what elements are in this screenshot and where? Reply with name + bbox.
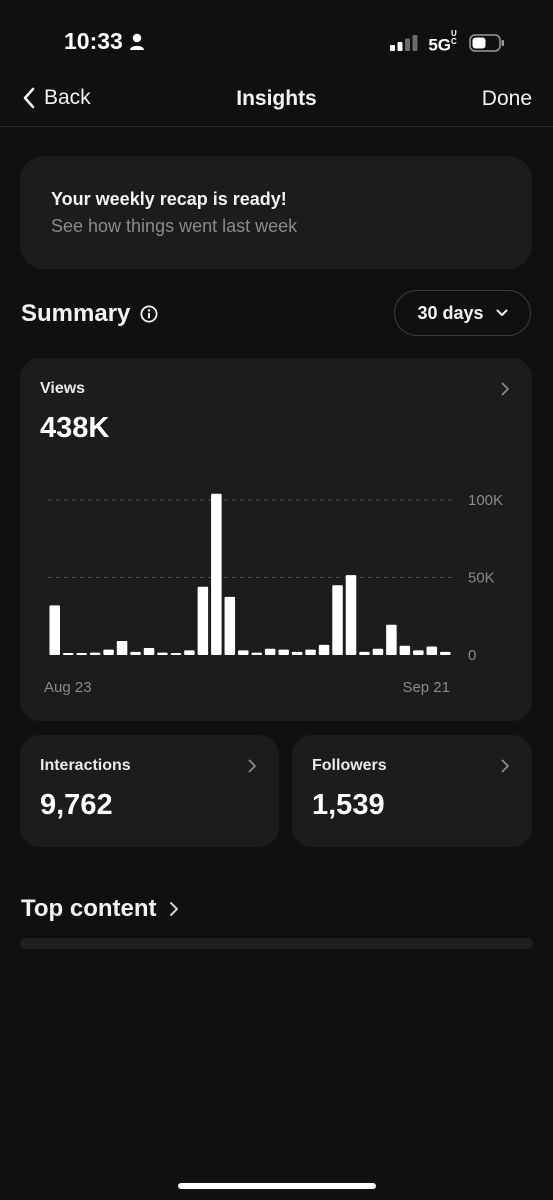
chart-bar [413, 650, 424, 655]
chart-bar [291, 651, 303, 655]
done-button[interactable]: Done [482, 87, 532, 111]
chart-bar [62, 653, 74, 655]
y-tick-label: 0 [468, 647, 476, 664]
y-tick-label: 50K [468, 570, 495, 587]
home-indicator[interactable] [178, 1183, 376, 1189]
chart-bar [251, 652, 262, 655]
chart-bar [211, 493, 222, 655]
chart-bar [359, 651, 370, 655]
chart-bar [103, 649, 114, 655]
views-bar-chart: 100K 50K 0 Aug 23 Sep 21 [44, 492, 503, 696]
person-icon [129, 33, 144, 50]
status-time: 10:33 [64, 28, 145, 55]
chart-bar [143, 648, 155, 655]
x-end-label: Sep 21 [402, 679, 450, 696]
top-content-placeholder [20, 938, 533, 949]
interactions-card[interactable]: Interactions 9,762 [20, 735, 279, 847]
chevron-right-icon [169, 902, 178, 916]
weekly-recap-card[interactable]: Your weekly recap is ready! See how thin… [20, 156, 532, 269]
chart-bar [399, 645, 411, 655]
chart-bar [318, 644, 330, 655]
chart-bar [305, 649, 316, 655]
x-start-label: Aug 23 [44, 679, 92, 696]
chart-bar [116, 641, 128, 655]
chart-bar [386, 624, 397, 655]
chevron-right-icon [501, 759, 509, 773]
chart-bar [89, 652, 101, 655]
recap-subtitle: See how things went last week [51, 216, 298, 236]
chart-bar [426, 646, 438, 655]
followers-value: 1,539 [312, 789, 385, 821]
chart-bar [238, 650, 249, 655]
summary-heading: Summary [21, 300, 158, 328]
chart-bar [76, 653, 87, 655]
chart-bar [278, 649, 289, 655]
status-indicators: 5GUC [390, 30, 505, 56]
chevron-down-icon [496, 309, 508, 316]
battery-icon [469, 34, 504, 52]
status-time-text: 10:33 [64, 28, 123, 54]
chart-bar [332, 585, 343, 655]
network-sup: UC [451, 29, 457, 46]
chart-bar [170, 653, 182, 655]
chart-bar [372, 648, 384, 655]
chart-bar [440, 651, 451, 655]
chart-bar [264, 648, 276, 655]
status-bar: 10:33 5GUC [0, 0, 553, 80]
followers-card[interactable]: Followers 1,539 [292, 735, 532, 847]
chart-bar [224, 596, 236, 655]
top-content-title: Top content [21, 895, 157, 922]
chart-bar [197, 586, 209, 655]
interactions-label: Interactions [40, 757, 131, 774]
recap-title: Your weekly recap is ready! [51, 189, 287, 209]
chart-bar [345, 575, 357, 655]
signal-icon [390, 34, 418, 51]
followers-label: Followers [312, 757, 387, 774]
chart-bar [130, 651, 141, 655]
date-range-label: 30 days [417, 302, 484, 323]
page-title: Insights [236, 87, 317, 110]
network-text: 5G [428, 35, 451, 55]
chevron-right-icon [248, 759, 256, 773]
views-card[interactable]: Views 438K 100K 50K 0 Aug 23 Sep 21 [20, 358, 532, 721]
chart-bar [157, 652, 168, 655]
top-content-link[interactable]: Top content [21, 895, 179, 923]
summary-title: Summary [21, 300, 131, 327]
chart-bar [49, 605, 60, 655]
interactions-value: 9,762 [40, 789, 113, 821]
info-icon[interactable] [140, 305, 158, 323]
navigation-bar: Back Insights Done [0, 76, 553, 127]
chart-bar [184, 650, 195, 655]
network-label: 5GUC [428, 30, 459, 56]
date-range-dropdown[interactable]: 30 days [394, 290, 531, 336]
y-tick-label: 100K [468, 492, 503, 509]
